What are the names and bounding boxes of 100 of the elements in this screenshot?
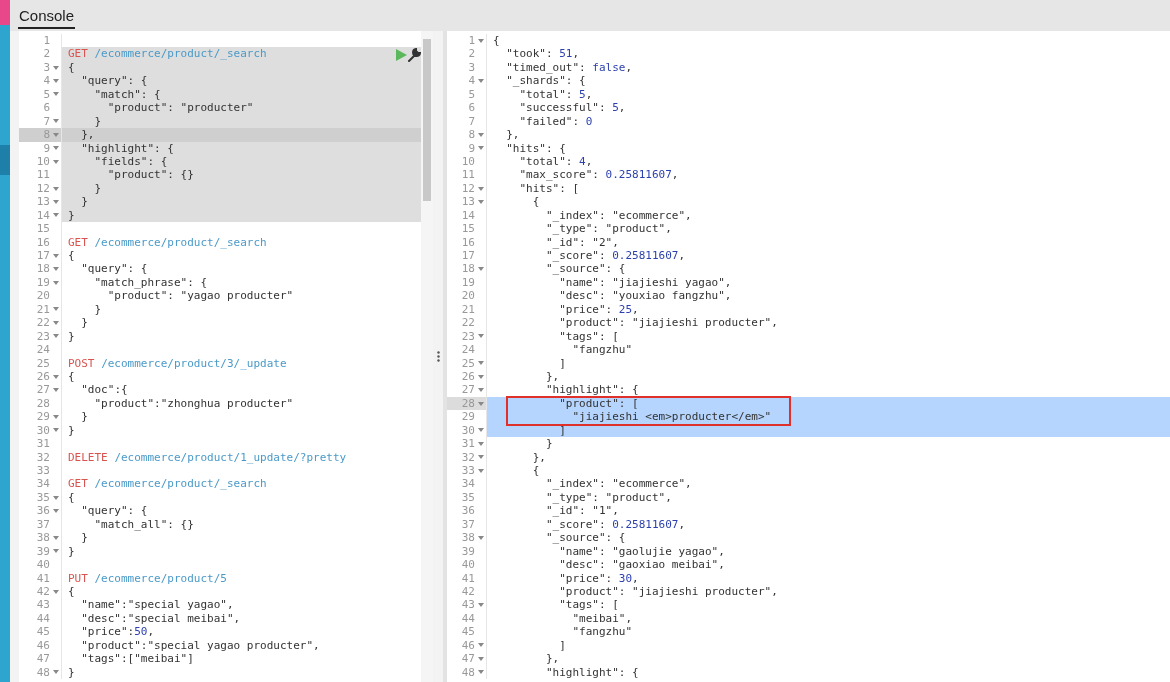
fold-icon[interactable] <box>478 79 484 84</box>
fold-icon[interactable] <box>53 589 59 594</box>
line-number: 2 <box>468 47 475 61</box>
request-line: POST /ecommerce/product/3/_update <box>68 356 287 370</box>
code-line: "query": { <box>80 262 148 276</box>
fold-icon[interactable] <box>53 199 59 204</box>
code-line: "product": {} <box>106 168 194 182</box>
code-line: { <box>68 249 75 262</box>
request-line: PUT /ecommerce/product/5 <box>68 571 227 585</box>
fold-icon[interactable] <box>478 361 484 366</box>
line-number: 44 <box>461 611 475 626</box>
console-tab[interactable]: Console <box>18 7 76 29</box>
code-line: "_source": { <box>545 531 626 545</box>
fold-icon[interactable] <box>53 159 59 164</box>
fold-icon[interactable] <box>53 334 59 339</box>
fold-icon[interactable] <box>53 535 59 540</box>
fold-icon[interactable] <box>478 535 484 540</box>
fold-icon[interactable] <box>478 334 484 339</box>
fold-icon[interactable] <box>53 320 59 325</box>
line-number: 8 <box>468 128 475 142</box>
line-number: 25 <box>36 356 50 370</box>
code-line: }, <box>531 450 546 464</box>
line-number: 19 <box>36 275 50 290</box>
line-number: 32 <box>36 450 50 464</box>
code-line: "highlight": { <box>80 141 174 155</box>
line-number: 30 <box>36 423 50 438</box>
line-number: 35 <box>461 490 475 505</box>
fold-icon[interactable] <box>478 146 484 151</box>
line-number: 32 <box>461 450 475 464</box>
line-number: 3 <box>468 60 475 75</box>
fold-icon[interactable] <box>53 280 59 285</box>
fold-icon[interactable] <box>478 643 484 648</box>
fold-icon[interactable] <box>478 186 484 191</box>
fold-icon[interactable] <box>478 38 484 43</box>
request-line: GET /ecommerce/product/_search <box>68 235 267 249</box>
line-number: 45 <box>36 625 50 639</box>
line-number: 43 <box>36 598 50 612</box>
code-line: "name": "jiajieshi yagao", <box>558 275 732 289</box>
fold-icon[interactable] <box>53 428 59 433</box>
scrollbar[interactable] <box>421 31 433 682</box>
fold-icon[interactable] <box>53 509 59 514</box>
line-number: 43 <box>461 598 475 612</box>
fold-icon[interactable] <box>478 603 484 608</box>
fold-icon[interactable] <box>53 549 59 554</box>
fold-icon[interactable] <box>53 670 59 675</box>
fold-icon[interactable] <box>53 267 59 272</box>
code-line: } <box>68 208 75 222</box>
line-number: 36 <box>36 504 50 518</box>
fold-icon[interactable] <box>53 388 59 393</box>
line-number: 23 <box>36 329 50 344</box>
line-number: 7 <box>43 114 50 129</box>
fold-icon[interactable] <box>53 65 59 70</box>
line-number: 20 <box>36 289 50 303</box>
fold-icon[interactable] <box>478 441 484 446</box>
fold-icon[interactable] <box>478 199 484 204</box>
line-number: 21 <box>461 302 475 317</box>
line-number: 41 <box>461 571 475 585</box>
fold-icon[interactable] <box>478 670 484 675</box>
line-number: 9 <box>468 141 475 155</box>
code-line: ] <box>558 356 566 370</box>
fold-icon[interactable] <box>478 267 484 272</box>
line-number: 27 <box>461 383 475 397</box>
line-number: 7 <box>468 114 475 129</box>
fold-icon[interactable] <box>53 186 59 191</box>
fold-icon[interactable] <box>53 253 59 258</box>
fold-icon[interactable] <box>478 468 484 473</box>
fold-icon[interactable] <box>53 495 59 500</box>
fold-icon[interactable] <box>53 374 59 379</box>
line-number: 2 <box>43 47 50 61</box>
fold-icon[interactable] <box>478 455 484 460</box>
fold-icon[interactable] <box>478 656 484 661</box>
fold-icon[interactable] <box>53 213 59 218</box>
fold-icon[interactable] <box>478 428 484 433</box>
line-number: 45 <box>461 625 475 639</box>
fold-icon[interactable] <box>53 146 59 151</box>
fold-icon[interactable] <box>53 79 59 84</box>
code-line: "_score": 0.25811607, <box>545 517 686 531</box>
line-number: 27 <box>36 383 50 397</box>
fold-icon[interactable] <box>53 414 59 419</box>
code-line: } <box>544 437 553 451</box>
fold-icon[interactable] <box>53 92 59 97</box>
code-line: }, <box>544 652 560 666</box>
fold-icon[interactable] <box>53 119 59 124</box>
code-line: } <box>68 544 75 558</box>
line-number: 26 <box>461 369 475 384</box>
line-number: 4 <box>468 74 475 88</box>
code-line: "_type": "product", <box>545 222 672 236</box>
line-number: 38 <box>36 531 50 545</box>
fold-icon[interactable] <box>478 401 484 406</box>
wrench-icon[interactable] <box>407 48 421 62</box>
fold-icon[interactable] <box>478 388 484 393</box>
line-number: 26 <box>36 369 50 384</box>
code-line: "match_phrase": { <box>93 275 208 289</box>
fold-icon[interactable] <box>53 132 59 137</box>
line-number: 40 <box>36 558 50 572</box>
fold-icon[interactable] <box>478 374 484 379</box>
code-line: "product": [ <box>558 396 639 410</box>
fold-icon[interactable] <box>53 307 59 312</box>
resize-handle-icon[interactable] <box>436 351 440 362</box>
fold-icon[interactable] <box>478 132 484 137</box>
